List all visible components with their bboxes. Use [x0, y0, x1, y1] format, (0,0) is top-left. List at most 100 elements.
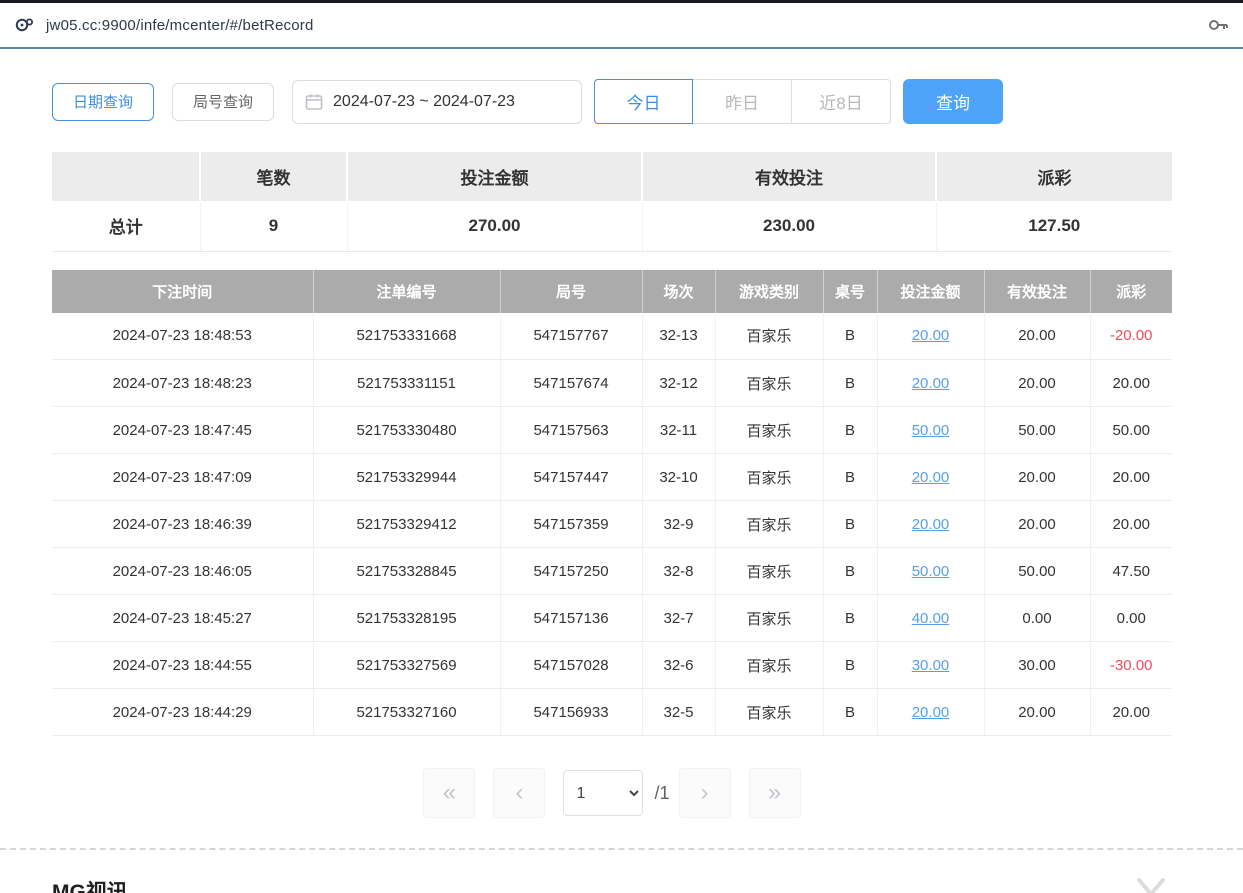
cell-game-type: 百家乐 — [715, 313, 823, 360]
cell-bet-id: 521753329944 — [313, 454, 500, 501]
table-row: 2024-07-23 18:46:05 521753328845 5471572… — [52, 548, 1172, 595]
cell-table-number: B — [823, 642, 877, 689]
cell-game-type: 百家乐 — [715, 642, 823, 689]
cell-table-number: B — [823, 548, 877, 595]
cell-round-number: 547157674 — [500, 360, 642, 407]
cell-table-number: B — [823, 595, 877, 642]
summary-header-cell-3: 有效投注 — [642, 152, 936, 201]
cell-valid-bet: 50.00 — [984, 548, 1090, 595]
prev-page-button[interactable]: ‹ — [493, 768, 545, 818]
cell-bet-amount-link[interactable]: 50.00 — [877, 548, 984, 595]
quick-range-button-0[interactable]: 今日 — [594, 79, 693, 124]
cell-bet-time: 2024-07-23 18:46:05 — [52, 548, 313, 595]
cell-bet-id: 521753331668 — [313, 313, 500, 360]
summary-header-cell-4: 派彩 — [936, 152, 1172, 201]
cell-payout: 50.00 — [1090, 407, 1172, 454]
cell-session: 32-10 — [642, 454, 715, 501]
summary-table: 笔数投注金额有效投注派彩 总计 9 270.00 230.00 127.50 — [52, 152, 1172, 252]
cell-round-number: 547157250 — [500, 548, 642, 595]
cell-valid-bet: 20.00 — [984, 360, 1090, 407]
cell-payout: -30.00 — [1090, 642, 1172, 689]
cell-game-type: 百家乐 — [715, 548, 823, 595]
cell-bet-time: 2024-07-23 18:47:45 — [52, 407, 313, 454]
bet-header-cell-8: 派彩 — [1090, 270, 1172, 313]
round-query-tab[interactable]: 局号查询 — [172, 83, 274, 121]
summary-total-row: 总计 9 270.00 230.00 127.50 — [52, 201, 1172, 251]
cell-payout: -20.00 — [1090, 313, 1172, 360]
date-query-tab[interactable]: 日期查询 — [52, 83, 154, 121]
cell-bet-amount-link[interactable]: 30.00 — [877, 642, 984, 689]
cell-bet-time: 2024-07-23 18:44:29 — [52, 689, 313, 736]
cell-bet-id: 521753328195 — [313, 595, 500, 642]
summary-header-cell-2: 投注金额 — [347, 152, 642, 201]
cell-bet-amount-link[interactable]: 40.00 — [877, 595, 984, 642]
cell-round-number: 547157563 — [500, 407, 642, 454]
table-row: 2024-07-23 18:44:29 521753327160 5471569… — [52, 689, 1172, 736]
quick-range-group: 今日昨日近8日 — [594, 79, 891, 124]
bet-header-cell-6: 投注金额 — [877, 270, 984, 313]
cell-bet-amount-link[interactable]: 20.00 — [877, 360, 984, 407]
cell-valid-bet: 20.00 — [984, 501, 1090, 548]
table-row: 2024-07-23 18:46:39 521753329412 5471573… — [52, 501, 1172, 548]
cell-session: 32-7 — [642, 595, 715, 642]
cell-bet-time: 2024-07-23 18:48:23 — [52, 360, 313, 407]
table-row: 2024-07-23 18:47:09 521753329944 5471574… — [52, 454, 1172, 501]
last-page-button[interactable]: » — [749, 768, 801, 818]
cell-game-type: 百家乐 — [715, 360, 823, 407]
cell-table-number: B — [823, 454, 877, 501]
cell-round-number: 547157767 — [500, 313, 642, 360]
cell-bet-id: 521753327160 — [313, 689, 500, 736]
chevron-down-icon[interactable] — [1136, 876, 1166, 893]
calendar-icon — [305, 93, 323, 111]
cell-bet-amount-link[interactable]: 20.00 — [877, 689, 984, 736]
cell-bet-id: 521753329412 — [313, 501, 500, 548]
cell-bet-amount-link[interactable]: 20.00 — [877, 454, 984, 501]
cell-session: 32-13 — [642, 313, 715, 360]
cell-bet-id: 521753331151 — [313, 360, 500, 407]
key-icon[interactable] — [1207, 14, 1229, 36]
cell-session: 32-8 — [642, 548, 715, 595]
table-row: 2024-07-23 18:47:45 521753330480 5471575… — [52, 407, 1172, 454]
cell-session: 32-6 — [642, 642, 715, 689]
browser-address-bar: jw05.cc:9900/infe/mcenter/#/betRecord — [0, 3, 1243, 49]
cell-bet-amount-link[interactable]: 50.00 — [877, 407, 984, 454]
bet-record-page: 日期查询 局号查询 2024-07-23 ~ 2024-07-23 今日昨日近8… — [0, 49, 1172, 893]
next-page-button[interactable]: › — [679, 768, 731, 818]
page-select[interactable]: 1 — [563, 770, 643, 816]
cell-round-number: 547157028 — [500, 642, 642, 689]
footer-section: MG视讯 — [52, 876, 1172, 893]
date-range-picker[interactable]: 2024-07-23 ~ 2024-07-23 — [292, 80, 582, 124]
quick-range-button-1[interactable]: 昨日 — [693, 79, 792, 124]
cell-round-number: 547157136 — [500, 595, 642, 642]
quick-range-button-2[interactable]: 近8日 — [792, 79, 891, 124]
summary-bet-amount: 270.00 — [347, 201, 642, 251]
cell-session: 32-12 — [642, 360, 715, 407]
cell-table-number: B — [823, 313, 877, 360]
cell-session: 32-5 — [642, 689, 715, 736]
summary-total-label: 总计 — [52, 201, 200, 251]
bet-header-cell-5: 桌号 — [823, 270, 877, 313]
cell-table-number: B — [823, 407, 877, 454]
search-button[interactable]: 查询 — [903, 79, 1003, 124]
bet-header-cell-2: 局号 — [500, 270, 642, 313]
summary-header-cell-1: 笔数 — [200, 152, 347, 201]
cell-valid-bet: 20.00 — [984, 454, 1090, 501]
dashed-divider — [0, 848, 1243, 850]
bet-header-cell-0: 下注时间 — [52, 270, 313, 313]
browser-logo-icon[interactable] — [14, 14, 36, 36]
cell-table-number: B — [823, 360, 877, 407]
cell-game-type: 百家乐 — [715, 595, 823, 642]
cell-session: 32-9 — [642, 501, 715, 548]
cell-bet-id: 521753327569 — [313, 642, 500, 689]
date-range-value: 2024-07-23 ~ 2024-07-23 — [333, 93, 515, 111]
cell-round-number: 547156933 — [500, 689, 642, 736]
cell-payout: 0.00 — [1090, 595, 1172, 642]
table-row: 2024-07-23 18:45:27 521753328195 5471571… — [52, 595, 1172, 642]
first-page-button[interactable]: « — [423, 768, 475, 818]
bet-table-header-row: 下注时间注单编号局号场次游戏类别桌号投注金额有效投注派彩 — [52, 270, 1172, 313]
cell-bet-amount-link[interactable]: 20.00 — [877, 313, 984, 360]
summary-bet-count: 9 — [200, 201, 347, 251]
cell-round-number: 547157359 — [500, 501, 642, 548]
address-url[interactable]: jw05.cc:9900/infe/mcenter/#/betRecord — [46, 17, 314, 34]
cell-bet-amount-link[interactable]: 20.00 — [877, 501, 984, 548]
